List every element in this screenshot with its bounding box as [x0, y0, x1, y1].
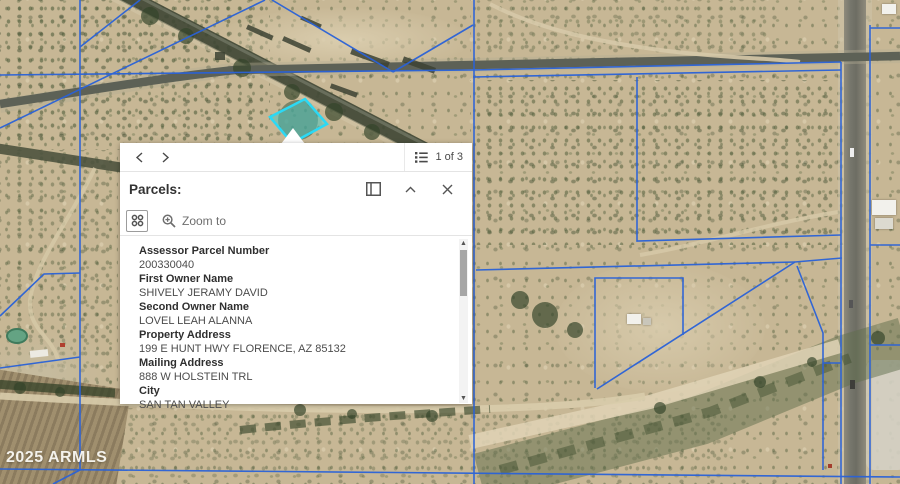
zoom-to-button[interactable]: Zoom to	[158, 214, 230, 228]
popup-content[interactable]: Assessor Parcel Number 200330040 First O…	[120, 236, 472, 414]
feature-list-icon[interactable]	[414, 147, 429, 167]
field-city: City SAN TAN VALLEY	[139, 384, 446, 412]
scrollbar[interactable]: ▲ ▼	[459, 239, 468, 403]
related-records-icon[interactable]	[126, 210, 148, 232]
field-value: 200330040	[139, 258, 446, 272]
field-value: SAN TAN VALLEY	[139, 398, 446, 412]
field-value: 199 E HUNT HWY FLORENCE, AZ 85132	[139, 342, 446, 356]
popup-titlebar: Parcels:	[120, 172, 472, 206]
popup-pager: 1 of 3	[120, 143, 472, 172]
field-mailing-address: Mailing Address 888 W HOLSTEIN TRL	[139, 356, 446, 384]
zoom-to-icon	[162, 214, 176, 228]
scrollbar-thumb[interactable]	[460, 250, 467, 296]
field-label: Assessor Parcel Number	[139, 244, 446, 258]
armls-watermark: 2025 ARMLS	[6, 449, 107, 467]
field-label: Property Address	[139, 328, 446, 342]
field-label: City	[139, 384, 446, 398]
field-second-owner: Second Owner Name LOVEL LEAH ALANNA	[139, 300, 446, 328]
chevron-right-icon[interactable]	[155, 147, 175, 167]
scroll-down-icon[interactable]: ▼	[459, 394, 468, 403]
field-label: Mailing Address	[139, 356, 446, 370]
popup-title: Parcels:	[129, 182, 363, 197]
map-viewer: 1 of 3 Parcels:	[0, 0, 900, 484]
field-value: LOVEL LEAH ALANNA	[139, 314, 446, 328]
dock-icon[interactable]	[363, 179, 383, 199]
field-value: SHIVELY JERAMY DAVID	[139, 286, 446, 300]
field-value: 888 W HOLSTEIN TRL	[139, 370, 446, 384]
popup-actions: Zoom to	[120, 206, 472, 236]
field-apn: Assessor Parcel Number 200330040	[139, 244, 446, 272]
field-label: Second Owner Name	[139, 300, 446, 314]
collapse-icon[interactable]	[400, 179, 420, 199]
pager-count: 1 of 3	[435, 151, 463, 163]
parcel-popup: 1 of 3 Parcels:	[120, 143, 472, 404]
chevron-left-icon[interactable]	[129, 147, 149, 167]
close-icon[interactable]	[437, 179, 457, 199]
field-first-owner: First Owner Name SHIVELY JERAMY DAVID	[139, 272, 446, 300]
field-label: First Owner Name	[139, 272, 446, 286]
zoom-to-label: Zoom to	[182, 214, 226, 228]
popup-callout-pointer	[281, 128, 305, 144]
scroll-up-icon[interactable]: ▲	[459, 239, 468, 248]
field-property-address: Property Address 199 E HUNT HWY FLORENCE…	[139, 328, 446, 356]
